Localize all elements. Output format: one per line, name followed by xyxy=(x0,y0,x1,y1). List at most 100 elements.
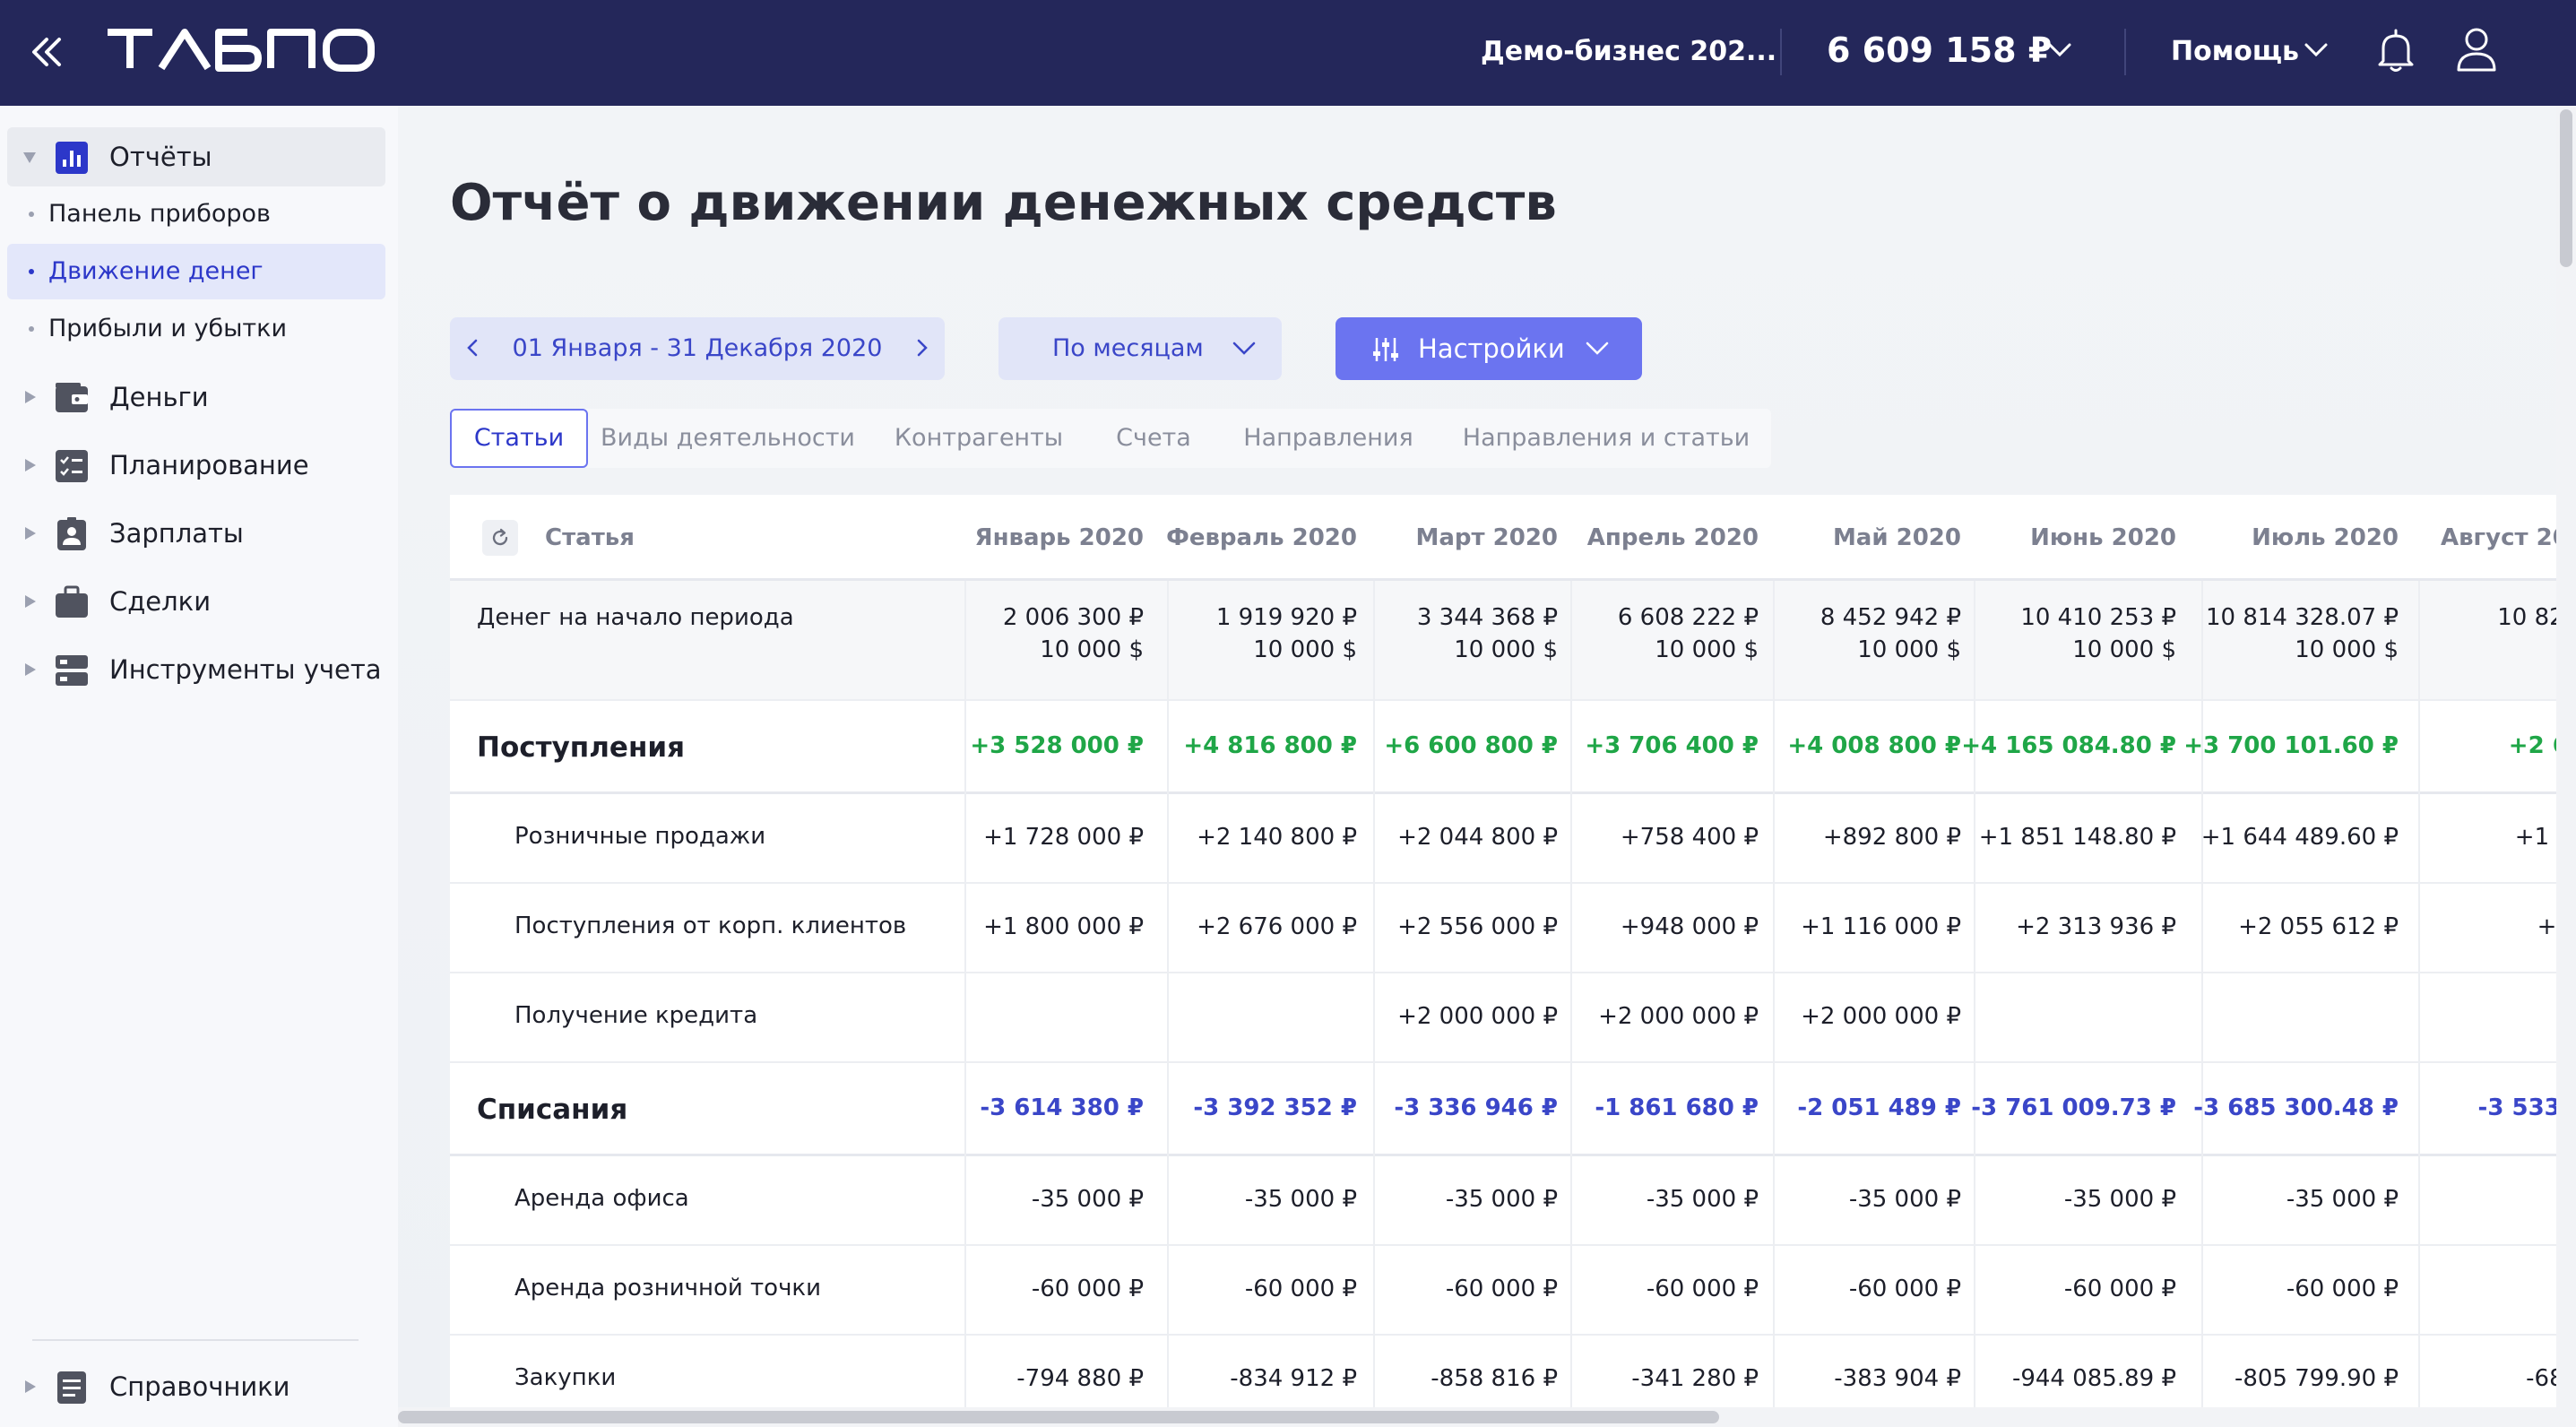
table-cell[interactable]: 1 919 920 ₽ xyxy=(1216,604,1357,631)
table-cell[interactable]: -341 280 ₽ xyxy=(1631,1365,1759,1392)
table-cell-usd[interactable]: 10 000 $ xyxy=(2295,636,2399,663)
sidebar-subitem-pnl[interactable]: Прибыли и убытки xyxy=(7,301,385,357)
table-row[interactable]: Списания -3 614 380 ₽ -3 392 352 ₽ -3 336 9… xyxy=(450,1063,2560,1156)
notifications-bell-icon[interactable] xyxy=(2375,27,2416,74)
column-header-month[interactable]: Май 2020 xyxy=(1833,495,1961,581)
table-cell[interactable]: +758 400 ₽ xyxy=(1621,824,1759,851)
table-row[interactable]: Получение кредита +2 000 000 ₽ +2 000 000 … xyxy=(450,973,2560,1063)
table-cell-usd[interactable]: 10 000 $ xyxy=(1040,636,1144,663)
table-cell[interactable]: -60 000 ₽ xyxy=(1245,1276,1357,1302)
table-cell[interactable]: +2 649 xyxy=(2509,732,2560,759)
table-cell[interactable]: +3 528 000 ₽ xyxy=(970,732,1144,759)
sidebar-item-tools[interactable]: Инструменты учета xyxy=(7,640,385,699)
table-cell[interactable]: -35 000 ₽ xyxy=(1032,1186,1144,1213)
tab-directions[interactable]: Направления xyxy=(1221,409,1436,468)
sidebar-subitem-dashboard[interactable]: Панель приборов xyxy=(7,186,385,242)
tab-accounts[interactable]: Счета xyxy=(1095,409,1212,468)
column-header-month[interactable]: Февраль 2020 xyxy=(1166,495,1357,581)
column-header-month[interactable]: Март 2020 xyxy=(1415,495,1558,581)
table-cell[interactable]: +1 800 000 ₽ xyxy=(983,913,1144,940)
table-cell[interactable]: +2 313 936 ₽ xyxy=(2016,913,2176,940)
table-cell[interactable]: +2 044 800 ₽ xyxy=(1397,824,1558,851)
table-cell[interactable]: +1 851 148.80 ₽ xyxy=(1979,824,2176,851)
sidebar-item-money[interactable]: Деньги xyxy=(7,368,385,427)
tab-activity-types[interactable]: Виды деятельности xyxy=(593,409,862,468)
table-cell[interactable]: 8 452 942 ₽ xyxy=(1820,604,1961,631)
grouping-dropdown[interactable]: По месяцам xyxy=(998,317,1282,380)
table-cell[interactable]: +6 600 800 ₽ xyxy=(1384,732,1558,759)
sidebar-item-reports[interactable]: Отчёты xyxy=(7,127,385,186)
refresh-icon[interactable] xyxy=(482,520,518,556)
table-cell[interactable]: -3 685 300.48 ₽ xyxy=(2193,1094,2399,1121)
table-cell[interactable]: -1 861 680 ₽ xyxy=(1595,1094,1759,1121)
table-cell[interactable]: -805 799.90 ₽ xyxy=(2235,1365,2399,1392)
table-cell[interactable]: -383 904 ₽ xyxy=(1834,1365,1961,1392)
table-cell[interactable]: -35 000 ₽ xyxy=(1647,1186,1759,1213)
table-cell[interactable]: -60 000 ₽ xyxy=(1849,1276,1961,1302)
tab-directions-and-articles[interactable]: Направления и статьи xyxy=(1445,409,1768,468)
table-cell[interactable]: -35 000 ₽ xyxy=(2064,1186,2176,1213)
table-cell[interactable]: +4 165 084.80 ₽ xyxy=(1961,732,2176,759)
horizontal-scrollbar[interactable] xyxy=(398,1407,2560,1427)
help-menu[interactable]: Помощь xyxy=(2171,32,2299,72)
next-period-chevron-right-icon[interactable] xyxy=(911,337,932,359)
table-cell[interactable]: +2 055 612 ₽ xyxy=(2238,913,2399,940)
vertical-scrollbar[interactable] xyxy=(2556,106,2576,1427)
table-row[interactable]: Аренда офиса -35 000 ₽ -35 000 ₽ -35 000 ₽ -… xyxy=(450,1156,2560,1246)
table-cell[interactable]: -2 051 489 ₽ xyxy=(1797,1094,1961,1121)
column-header-month[interactable]: Июнь 2020 xyxy=(2030,495,2176,581)
table-row[interactable]: Денег на начало периода 2 006 300 ₽ 10 000… xyxy=(450,581,2560,701)
table-cell[interactable]: +1 728 000 ₽ xyxy=(983,824,1144,851)
settings-button[interactable]: Настройки xyxy=(1336,317,1642,380)
sidebar-item-planning[interactable]: Планирование xyxy=(7,436,385,495)
period-selector[interactable]: 01 Января - 31 Декабря 2020 xyxy=(450,317,945,380)
table-cell[interactable]: +2 140 800 ₽ xyxy=(1197,824,1357,851)
user-profile-icon[interactable] xyxy=(2454,25,2499,74)
horizontal-scrollbar-thumb[interactable] xyxy=(398,1411,1719,1423)
balance-chevron-down-icon[interactable] xyxy=(2047,41,2072,59)
table-cell[interactable]: -35 000 ₽ xyxy=(1245,1186,1357,1213)
table-row[interactable]: Розничные продажи +1 728 000 ₽ +2 140 800 … xyxy=(450,794,2560,884)
table-cell[interactable]: 10 410 253 ₽ xyxy=(2020,604,2176,631)
table-cell[interactable]: +3 706 400 ₽ xyxy=(1585,732,1759,759)
tab-counterparties[interactable]: Контрагенты xyxy=(871,409,1086,468)
table-cell[interactable]: -35 000 ₽ xyxy=(2286,1186,2399,1213)
column-header-article[interactable]: Статья xyxy=(545,495,635,581)
table-cell[interactable]: +2 000 000 ₽ xyxy=(1598,1003,1759,1030)
table-row[interactable]: Поступления от корп. клиентов +1 800 000 … xyxy=(450,884,2560,973)
table-cell-usd[interactable]: 10 000 $ xyxy=(1454,636,1558,663)
table-cell[interactable]: -3 392 352 ₽ xyxy=(1193,1094,1357,1121)
column-header-month[interactable]: Январь 2020 xyxy=(975,495,1144,581)
table-cell[interactable]: +2 000 000 ₽ xyxy=(1397,1003,1558,1030)
table-cell[interactable]: -60 000 ₽ xyxy=(2064,1276,2176,1302)
table-cell[interactable]: -35 000 ₽ xyxy=(1446,1186,1558,1213)
table-cell[interactable]: +4 008 800 ₽ xyxy=(1787,732,1961,759)
table-cell[interactable]: 6 608 222 ₽ xyxy=(1618,604,1759,631)
sidebar-item-deals[interactable]: Сделки xyxy=(7,572,385,631)
help-chevron-down-icon[interactable] xyxy=(2304,41,2329,59)
table-row[interactable]: Закупки -794 880 ₽ -834 912 ₽ -858 816 ₽ -34… xyxy=(450,1336,2560,1407)
table-cell-usd[interactable]: 10 000 $ xyxy=(1253,636,1357,663)
table-cell[interactable]: +4 816 800 ₽ xyxy=(1183,732,1357,759)
table-row[interactable]: Аренда розничной точки -60 000 ₽ -60 000 ₽… xyxy=(450,1246,2560,1336)
table-cell[interactable]: +3 700 101.60 ₽ xyxy=(2183,732,2399,759)
table-cell[interactable]: 2 006 300 ₽ xyxy=(1003,604,1144,631)
table-cell[interactable]: -35 000 ₽ xyxy=(1849,1186,1961,1213)
column-header-month[interactable]: Июль 2020 xyxy=(2252,495,2399,581)
table-cell[interactable]: -60 000 ₽ xyxy=(1647,1276,1759,1302)
table-cell-usd[interactable]: 10 000 $ xyxy=(2072,636,2176,663)
table-row[interactable]: Поступления +3 528 000 ₽ +4 816 800 ₽ +6 60… xyxy=(450,701,2560,794)
organization-selector[interactable]: Демо-бизнес 202... xyxy=(1481,32,1776,72)
table-cell[interactable]: +2 556 000 ₽ xyxy=(1397,913,1558,940)
table-cell[interactable]: 10 814 328.07 ₽ xyxy=(2206,604,2399,631)
table-cell[interactable]: +2 676 000 ₽ xyxy=(1197,913,1357,940)
table-cell[interactable]: +892 800 ₽ xyxy=(1823,824,1961,851)
table-cell[interactable]: -3 614 380 ₽ xyxy=(980,1094,1144,1121)
table-cell-usd[interactable]: 10 000 $ xyxy=(1655,636,1759,663)
table-cell[interactable]: +1 116 000 ₽ xyxy=(1801,913,1961,940)
table-cell[interactable]: 3 344 368 ₽ xyxy=(1417,604,1558,631)
table-cell[interactable]: +2 000 000 ₽ xyxy=(1801,1003,1961,1030)
table-cell[interactable]: -3 336 946 ₽ xyxy=(1394,1094,1558,1121)
table-cell[interactable]: +948 000 ₽ xyxy=(1621,913,1759,940)
table-cell[interactable]: -794 880 ₽ xyxy=(1016,1365,1144,1392)
